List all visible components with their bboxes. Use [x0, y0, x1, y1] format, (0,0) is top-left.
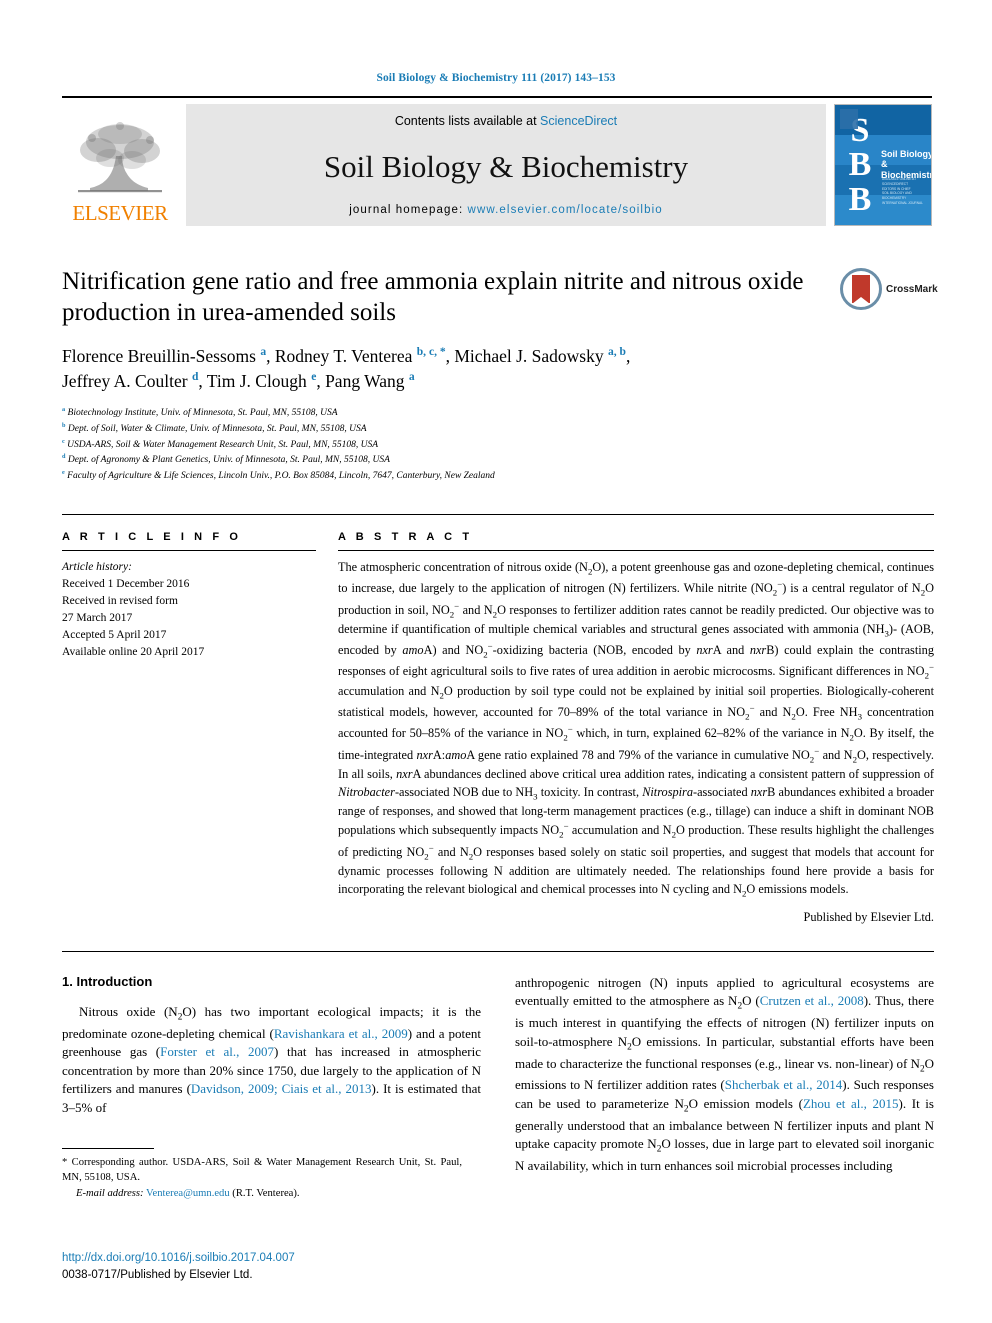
email-address-link[interactable]: Venterea@umn.edu [146, 1188, 230, 1199]
journal-homepage-line: journal homepage: www.elsevier.com/locat… [349, 204, 662, 216]
article-info-heading: A R T I C L E I N F O [62, 531, 242, 544]
cover-microtext: AVAILABLE ONLINE AT SCIENCEDIRECT EDITORS… [882, 177, 923, 205]
author-line-1: Florence Breuillin-Sessoms a, Rodney T. … [62, 346, 631, 366]
title-block: CrossMark Nitrification gene ratio and f… [62, 266, 938, 484]
author-list: Florence Breuillin-Sessoms a, Rodney T. … [62, 344, 932, 395]
homepage-prefix: journal homepage: [349, 204, 468, 216]
paper-page: Soil Biology & Biochemistry 111 (2017) 1… [0, 0, 992, 1323]
affiliation-marker: b [62, 421, 66, 429]
footnote-rule [62, 1148, 154, 1149]
introduction-paragraph-left: Nitrous oxide (N2O) has two important ec… [62, 1003, 482, 1115]
email-note: E-mail address: Venterea@umn.edu (R.T. V… [62, 1186, 462, 1201]
crossmark-icon [840, 268, 882, 310]
article-history-accepted: Accepted 5 April 2017 [62, 629, 167, 642]
cover-journal-name-line1: Soil Biology & [881, 149, 932, 170]
body-column-right: anthropogenic nitrogen (N) inputs applie… [515, 974, 934, 1176]
affiliation-b: b Dept. of Soil, Water & Climate, Univ. … [62, 421, 932, 437]
affiliation-a: a Biotechnology Institute, Univ. of Minn… [62, 405, 932, 421]
published-by: Published by Elsevier Ltd. [803, 909, 934, 924]
doi-link[interactable]: http://dx.doi.org/10.1016/j.soilbio.2017… [62, 1250, 482, 1267]
introduction-paragraph-right: anthropogenic nitrogen (N) inputs applie… [515, 974, 935, 1174]
masthead-center: Contents lists available at ScienceDirec… [186, 104, 826, 226]
cover-journal-name: Soil Biology & Biochemistry [881, 149, 932, 180]
affiliation-marker: e [62, 469, 65, 477]
affiliation-marker: d [62, 453, 66, 461]
elsevier-wordmark: ELSEVIER [72, 201, 168, 225]
article-title: Nitrification gene ratio and free ammoni… [62, 268, 804, 326]
affiliation-text: Dept. of Agronomy & Plant Genetics, Univ… [67, 455, 390, 466]
journal-masthead: ELSEVIER Contents lists available at Sci… [62, 96, 932, 226]
body-columns: 1. Introduction Nitrous oxide (N2O) has … [62, 974, 934, 1176]
cover-letter-b2: B [848, 181, 872, 219]
info-abstract-section: A R T I C L E I N F O Article history: R… [62, 514, 934, 925]
article-history-online: Available online 20 April 2017 [62, 646, 205, 659]
abstract-column: A B S T R A C T The atmospheric concentr… [338, 531, 934, 925]
affiliation-text: USDA-ARS, Soil & Water Management Resear… [67, 439, 379, 450]
elsevier-logo: ELSEVIER [62, 104, 178, 226]
footnote-block: * Corresponding author. USDA-ARS, Soil &… [62, 1148, 462, 1201]
article-history-revised: Received in revised form [62, 595, 178, 608]
abstract-body: The atmospheric concentration of nitrous… [338, 560, 935, 899]
contents-available-line: Contents lists available at ScienceDirec… [395, 114, 617, 128]
affiliation-e: e Faculty of Agriculture & Life Sciences… [62, 468, 932, 484]
issn-line: 0038-0717/Published by Elsevier Ltd. [62, 1269, 253, 1282]
sciencedirect-link[interactable]: ScienceDirect [540, 114, 617, 128]
abstract-rule [338, 550, 934, 552]
running-head: Soil Biology & Biochemistry 111 (2017) 1… [376, 72, 616, 84]
affiliation-marker: c [62, 437, 65, 445]
homepage-url-link[interactable]: www.elsevier.com/locate/soilbio [468, 204, 663, 216]
journal-title: Soil Biology & Biochemistry [323, 148, 689, 184]
article-info-rule [62, 550, 316, 552]
affiliation-c: c USDA-ARS, Soil & Water Management Rese… [62, 437, 932, 453]
journal-cover-thumbnail[interactable]: S B B Soil Biology & Biochemistry AVAILA… [834, 104, 932, 226]
corresponding-author-note: * Corresponding author. USDA-ARS, Soil &… [62, 1155, 462, 1186]
article-history-received: Received 1 December 2016 [62, 578, 190, 591]
affiliation-text: Biotechnology Institute, Univ. of Minnes… [67, 407, 338, 418]
article-history-label: Article history: [62, 561, 132, 574]
elsevier-tree-icon [78, 122, 162, 193]
affiliation-text: Faculty of Agriculture & Life Sciences, … [67, 471, 495, 482]
author-line-2: Jeffrey A. Coulter d, Tim J. Clough e, P… [62, 371, 415, 392]
body-separator-rule [62, 950, 934, 952]
affiliation-text: Dept. of Soil, Water & Climate, Univ. of… [67, 423, 367, 434]
article-info-column: A R T I C L E I N F O Article history: R… [62, 531, 316, 925]
article-history-revised-date: 27 March 2017 [62, 612, 133, 625]
body-column-left: 1. Introduction Nitrous oxide (N2O) has … [62, 974, 481, 1176]
affiliation-d: d Dept. of Agronomy & Plant Genetics, Un… [62, 452, 932, 468]
cover-elsevier-mark-icon [840, 109, 858, 129]
cover-letter-b1: B [848, 146, 872, 184]
affiliation-marker: a [62, 405, 66, 413]
introduction-heading: 1. Introduction [62, 973, 153, 989]
email-owner: (R.T. Venterea). [232, 1187, 300, 1199]
affiliation-list: a Biotechnology Institute, Univ. of Minn… [62, 405, 932, 484]
colophon-block: http://dx.doi.org/10.1016/j.soilbio.2017… [62, 1250, 482, 1285]
corresponding-author-text: * Corresponding author. USDA-ARS, Soil &… [62, 1157, 462, 1184]
crossmark-label: CrossMark [886, 283, 938, 295]
contents-prefix: Contents lists available at [394, 114, 541, 128]
crossmark-badge-group[interactable]: CrossMark [840, 266, 938, 312]
abstract-heading: A B S T R A C T [338, 531, 473, 544]
email-label: E-mail address: [76, 1187, 144, 1199]
